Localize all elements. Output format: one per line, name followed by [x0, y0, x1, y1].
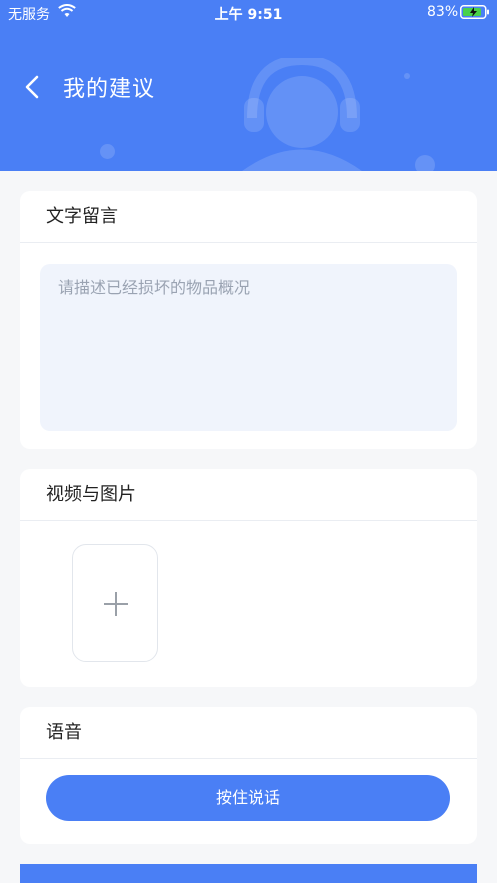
decor-circle — [415, 155, 435, 171]
status-bar: 无服务 上午 9:51 83% — [0, 0, 497, 26]
text-message-card: 文字留言 请描述已经损坏的物品概况 — [20, 191, 477, 449]
submit-button[interactable] — [20, 864, 477, 883]
battery-charging-icon — [460, 5, 489, 19]
text-message-title: 文字留言 — [20, 191, 477, 243]
add-media-button[interactable] — [72, 544, 158, 662]
clock: 上午 9:51 — [214, 7, 283, 23]
customer-service-illustration — [242, 58, 362, 171]
battery-percent: 83% — [427, 4, 459, 20]
voice-title: 语音 — [20, 707, 477, 759]
decor-circle — [404, 73, 410, 79]
voice-card: 语音 按住说话 — [20, 707, 477, 844]
decor-circle — [100, 144, 115, 159]
media-title: 视频与图片 — [20, 469, 477, 521]
back-arrow-icon[interactable] — [20, 72, 46, 102]
description-input[interactable]: 请描述已经损坏的物品概况 — [40, 264, 457, 431]
media-card: 视频与图片 — [20, 469, 477, 687]
header: 无服务 上午 9:51 83% 我的建议 — [0, 0, 497, 171]
hold-to-talk-button[interactable]: 按住说话 — [46, 775, 450, 821]
plus-icon-vertical — [115, 592, 117, 616]
page-title: 我的建议 — [63, 77, 156, 102]
